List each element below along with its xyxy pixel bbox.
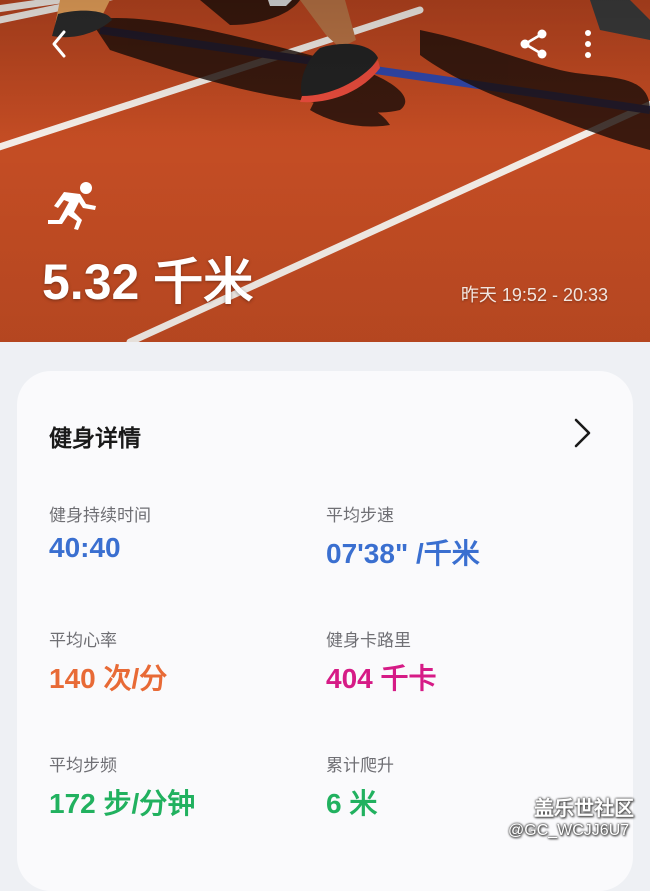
more-options-button[interactable] xyxy=(574,26,602,62)
watermark-community: 盖乐世社区 xyxy=(534,796,634,820)
share-button[interactable] xyxy=(516,26,552,62)
stat-elevation-gain: 累计爬升 6 米 xyxy=(326,751,394,822)
stat-avg-cadence: 平均步频 172 步/分钟 xyxy=(49,751,195,822)
stat-label: 平均心率 xyxy=(49,631,117,651)
back-button[interactable] xyxy=(40,24,80,64)
stat-label: 健身卡路里 xyxy=(326,631,411,651)
more-vert-icon xyxy=(585,30,591,58)
stat-value: 6 米 xyxy=(326,788,378,819)
stat-label: 累计爬升 xyxy=(326,756,394,776)
stat-avg-heart-rate: 平均心率 140 次/分 xyxy=(49,626,167,697)
hero-banner: 5.32 千米 昨天 19:52 - 20:33 xyxy=(0,0,650,342)
stat-calories: 健身卡路里 404 千卡 xyxy=(326,626,437,697)
time-range: 昨天 19:52 - 20:33 xyxy=(460,285,608,305)
stat-value: 140 次/分 xyxy=(49,663,168,694)
stat-value: 07'38" /千米 xyxy=(326,538,480,569)
stat-value: 172 步/分钟 xyxy=(49,788,196,819)
stat-value: 40:40 xyxy=(49,532,121,563)
stat-avg-pace: 平均步速 07'38" /千米 xyxy=(326,501,480,572)
card-title: 健身详情 xyxy=(49,426,141,452)
running-icon xyxy=(48,182,96,230)
back-arrow-icon xyxy=(52,30,66,58)
watermark-handle: @GC_WCJJ6U7 xyxy=(508,822,630,839)
distance-value: 5.32 千米 xyxy=(42,254,254,310)
stat-label: 平均步频 xyxy=(49,756,117,776)
share-icon xyxy=(520,29,547,59)
stat-duration: 健身持续时间 40:40 xyxy=(49,501,151,564)
chevron-right-icon xyxy=(574,418,591,448)
details-open-button[interactable] xyxy=(569,415,595,451)
stat-label: 健身持续时间 xyxy=(49,506,151,526)
stat-value: 404 千卡 xyxy=(326,663,437,694)
stat-label: 平均步速 xyxy=(326,506,394,526)
